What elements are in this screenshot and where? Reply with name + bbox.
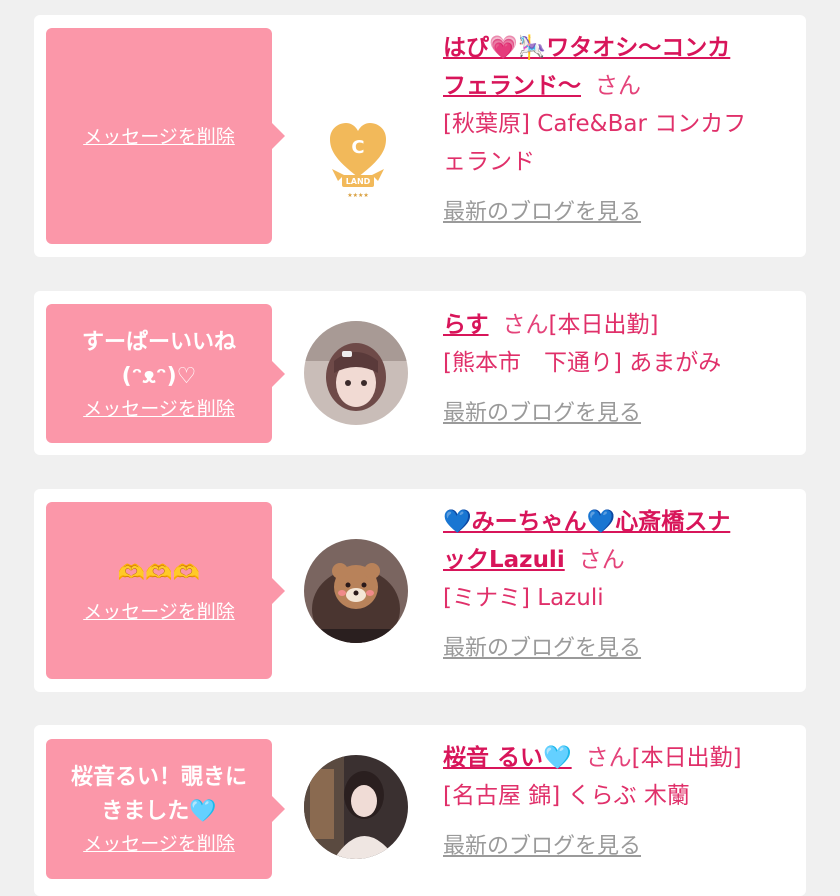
- attendance-badge: [本日出勤]: [631, 745, 742, 771]
- cast-name-link[interactable]: らす: [443, 312, 489, 338]
- delete-message-link[interactable]: メッセージを削除: [83, 599, 235, 625]
- cast-name-link-cont[interactable]: フェランド〜: [443, 73, 581, 99]
- cast-name-link[interactable]: はぴ💗🎠ワタオシ〜コンカ: [443, 35, 730, 61]
- delete-message-link[interactable]: メッセージを削除: [83, 124, 235, 150]
- attendance-badge: [本日出勤]: [548, 312, 659, 338]
- delete-message-link[interactable]: メッセージを削除: [83, 831, 235, 857]
- honorific: さん: [578, 547, 625, 573]
- message-text: 🫶🫶🫶: [117, 560, 201, 586]
- shop-line: [秋葉原] Cafe&Bar コンカフ: [443, 111, 747, 137]
- svg-text:C: C: [351, 137, 364, 158]
- card-info: らす さん[本日出勤] [熊本市 下通り] あまがみ 最新のブログを見る: [443, 306, 795, 433]
- message-text: 桜音るい！覗きに きました🩵: [70, 765, 247, 824]
- card-info: 桜音 るい🩵 さん[本日出勤] [名古屋 錦] くらぶ 木蘭 最新のブログを見る: [443, 739, 795, 866]
- shop-line: [名古屋 錦] くらぶ 木蘭: [443, 783, 690, 809]
- message-card-4: 桜音るい！覗きに きました🩵 メッセージを削除 桜音 るい🩵 さん[本日出勤] […: [34, 725, 806, 896]
- cast-name-link[interactable]: 💙みーちゃん💙心斎橋スナ: [443, 509, 730, 535]
- latest-blog-link[interactable]: 最新のブログを見る: [443, 828, 641, 866]
- message-card-2: すーぱーいいね (ᵔᴥᵔ)♡ メッセージを削除 らす さん[本日出勤] [熊本市 …: [34, 291, 806, 455]
- message-card-1: メッセージを削除 C LAND ★★★★ はぴ💗🎠ワタオシ〜コンカ フェランド〜…: [34, 15, 806, 257]
- message-bubble: メッセージを削除: [46, 28, 285, 244]
- cast-name-link[interactable]: 桜音 るい🩵: [443, 745, 572, 771]
- shop-logo[interactable]: C LAND ★★★★: [324, 119, 392, 203]
- cast-avatar[interactable]: [304, 539, 408, 643]
- message-bubble: 🫶🫶🫶 メッセージを削除: [46, 502, 285, 679]
- latest-blog-link[interactable]: 最新のブログを見る: [443, 630, 641, 668]
- cast-avatar[interactable]: [304, 755, 408, 859]
- message-text: すーぱーいいね (ᵔᴥᵔ)♡: [81, 329, 236, 389]
- latest-blog-link[interactable]: 最新のブログを見る: [443, 395, 641, 433]
- logo-text: LAND: [346, 177, 371, 186]
- shop-line-cont: ェランド: [443, 149, 535, 175]
- card-info: はぴ💗🎠ワタオシ〜コンカ フェランド〜 さん [秋葉原] Cafe&Bar コンカ…: [443, 29, 795, 232]
- honorific: さん: [502, 312, 549, 338]
- svg-text:★★★★: ★★★★: [347, 192, 369, 199]
- card-info: 💙みーちゃん💙心斎橋スナ ックLazuli さん [ミナミ] Lazuli 最新の…: [443, 503, 795, 668]
- honorific: さん: [595, 73, 641, 99]
- message-bubble: すーぱーいいね (ᵔᴥᵔ)♡ メッセージを削除: [46, 304, 285, 443]
- honorific: さん: [585, 745, 632, 771]
- cast-name-link-cont[interactable]: ックLazuli: [443, 547, 565, 573]
- message-bubble: 桜音るい！覗きに きました🩵 メッセージを削除: [46, 739, 285, 879]
- latest-blog-link[interactable]: 最新のブログを見る: [443, 194, 641, 232]
- delete-message-link[interactable]: メッセージを削除: [83, 396, 235, 422]
- cast-avatar[interactable]: [304, 321, 408, 425]
- shop-line: [熊本市 下通り] あまがみ: [443, 350, 722, 376]
- message-card-3: 🫶🫶🫶 メッセージを削除 💙みーちゃん💙心斎橋スナ ックLazuli さん [ミナ…: [34, 489, 806, 692]
- shop-line: [ミナミ] Lazuli: [443, 585, 604, 611]
